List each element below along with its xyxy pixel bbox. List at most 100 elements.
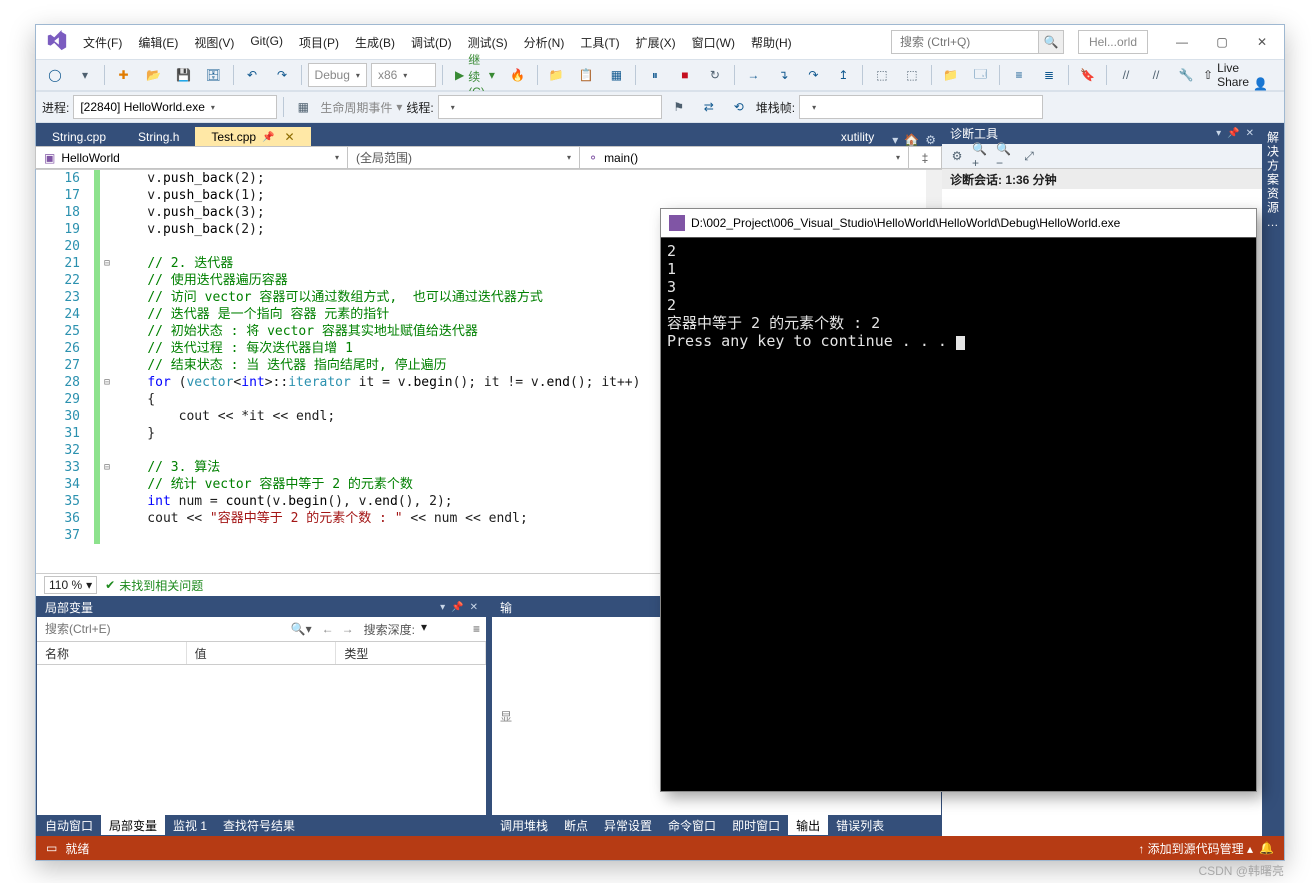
process-combo[interactable]: [22840] HelloWorld.exe▾ xyxy=(73,95,277,119)
nav-function[interactable]: ⚬main()▾ xyxy=(579,146,909,169)
panel-menu-icon[interactable]: ▾ xyxy=(1216,128,1221,139)
step-into-icon[interactable]: ↴ xyxy=(770,64,796,86)
menu-item[interactable]: 文件(F) xyxy=(76,30,129,55)
menu-item[interactable]: 视图(V) xyxy=(187,30,241,55)
nav-split-icon[interactable]: ‡ xyxy=(908,146,942,169)
thread-tool1-icon[interactable]: ⇄ xyxy=(696,96,722,118)
stackframe-combo[interactable]: ▾ xyxy=(799,95,1043,119)
tab-string-cpp[interactable]: String.cpp xyxy=(36,127,122,147)
redo-icon[interactable]: ↷ xyxy=(269,64,295,86)
thread-combo[interactable]: ▾ xyxy=(438,95,662,119)
format-icon[interactable]: 🔧 xyxy=(1173,64,1199,86)
solution-pill[interactable]: Hel...orld xyxy=(1078,30,1148,54)
nav-scope[interactable]: (全局范围)▾ xyxy=(347,146,580,169)
bottom-tab[interactable]: 输出 xyxy=(788,815,828,835)
tab-test-cpp[interactable]: Test.cpp📌✕ xyxy=(195,127,310,147)
panel-menu-icon[interactable]: ▾ xyxy=(440,602,445,613)
undo-icon[interactable]: ↶ xyxy=(239,64,265,86)
hot-reload-icon[interactable]: 🔥 xyxy=(505,64,531,86)
pin-icon[interactable]: 📌 xyxy=(262,132,274,143)
thread-tool2-icon[interactable]: ⟲ xyxy=(726,96,752,118)
solution-explorer-tab[interactable]: 解决方案资源… xyxy=(1262,123,1284,836)
pause-icon[interactable]: ⏸ xyxy=(642,64,668,86)
comment-icon[interactable]: // xyxy=(1113,64,1139,86)
menu-item[interactable]: 生成(B) xyxy=(348,30,402,55)
bottom-tab[interactable]: 局部变量 xyxy=(101,815,165,835)
nav-back-icon[interactable]: ◯ xyxy=(42,64,68,86)
bottom-tab[interactable]: 自动窗口 xyxy=(37,815,101,835)
bottom-tab[interactable]: 命令窗口 xyxy=(660,815,724,835)
save-all-icon[interactable]: 🗄 xyxy=(201,64,227,86)
console-titlebar[interactable]: D:\002_Project\006_Visual_Studio\HelloWo… xyxy=(661,209,1256,238)
diag-record-icon[interactable]: ⚙ xyxy=(948,147,966,165)
tab-search-icon[interactable]: 🏠 xyxy=(904,133,919,147)
indent-less-icon[interactable]: ≡ xyxy=(1006,64,1032,86)
bottom-tab[interactable]: 查找符号结果 xyxy=(215,815,303,835)
search-depth-combo[interactable]: ▾ xyxy=(421,620,467,638)
new-item-icon[interactable]: ✚ xyxy=(111,64,137,86)
add-source-control[interactable]: ↑ 添加到源代码管理 ▴ xyxy=(1138,840,1253,857)
tab-string-h[interactable]: String.h xyxy=(122,127,195,147)
step-out-icon[interactable]: ↥ xyxy=(830,64,856,86)
bottom-tab[interactable]: 断点 xyxy=(556,815,596,835)
tab-xutility[interactable]: xutility xyxy=(829,127,886,147)
locals-next-icon[interactable]: → xyxy=(338,622,358,636)
bottom-tab[interactable]: 错误列表 xyxy=(828,815,892,835)
show-next-icon[interactable]: → xyxy=(740,64,766,86)
tab-dropdown-icon[interactable]: ▾ xyxy=(892,133,898,147)
menu-item[interactable]: Git(G) xyxy=(243,30,290,55)
locals-search-input[interactable] xyxy=(37,618,285,640)
window-icon[interactable]: 🗔 xyxy=(967,64,993,86)
panel-pin-icon[interactable]: 📌 xyxy=(1227,128,1239,139)
save-icon[interactable]: 💾 xyxy=(171,64,197,86)
panel-close-icon[interactable]: ✕ xyxy=(1246,128,1254,139)
diag-reset-icon[interactable]: ⤢ xyxy=(1020,147,1038,165)
bottom-tab[interactable]: 监视 1 xyxy=(165,815,215,835)
thread-flag-icon[interactable]: ⚑ xyxy=(666,96,692,118)
zoom-combo[interactable]: 110 % ▾ xyxy=(44,576,97,594)
menu-item[interactable]: 调试(D) xyxy=(404,30,459,55)
class-view-icon[interactable]: ▦ xyxy=(603,64,629,86)
nav-fwd-icon[interactable]: ▾ xyxy=(72,64,98,86)
properties-icon[interactable]: 📋 xyxy=(573,64,599,86)
col-value[interactable]: 值 xyxy=(187,642,337,664)
uncomment-icon[interactable]: // xyxy=(1143,64,1169,86)
diag-zoomin-icon[interactable]: 🔍+ xyxy=(972,147,990,165)
folder-icon[interactable]: 📁 xyxy=(937,64,963,86)
bottom-tab[interactable]: 异常设置 xyxy=(596,815,660,835)
locals-filter-icon[interactable]: ≡ xyxy=(467,622,486,636)
search-icon[interactable]: 🔍▾ xyxy=(285,622,318,636)
indent-more-icon[interactable]: ≣ xyxy=(1036,64,1062,86)
locals-prev-icon[interactable]: ← xyxy=(318,622,338,636)
live-share[interactable]: ⇧ Live Share 👤 xyxy=(1203,60,1278,91)
panel-close-icon[interactable]: ✕ xyxy=(470,602,478,613)
open-folder-icon[interactable]: 📁 xyxy=(543,64,569,86)
menu-item[interactable]: 扩展(X) xyxy=(629,30,683,55)
config-combo[interactable]: Debug▾ xyxy=(308,63,367,87)
menu-item[interactable]: 工具(T) xyxy=(573,30,626,55)
step-over-icon[interactable]: ↷ xyxy=(800,64,826,86)
search-icon[interactable]: 🔍 xyxy=(1038,31,1063,53)
minimize-button[interactable]: — xyxy=(1162,28,1202,56)
menu-item[interactable]: 编辑(E) xyxy=(131,30,185,55)
diag-zoomout-icon[interactable]: 🔍− xyxy=(996,147,1014,165)
menu-item[interactable]: 项目(P) xyxy=(292,30,346,55)
panel-pin-icon[interactable]: 📌 xyxy=(451,602,463,613)
tool-icon-b[interactable]: ⬚ xyxy=(899,64,925,86)
open-file-icon[interactable]: 📂 xyxy=(141,64,167,86)
bottom-tab[interactable]: 即时窗口 xyxy=(724,815,788,835)
tab-gear-icon[interactable]: ⚙ xyxy=(925,133,936,147)
global-search-input[interactable] xyxy=(892,33,1038,51)
lifecycle-icon[interactable]: ▦ xyxy=(290,96,316,118)
menu-item[interactable]: 窗口(W) xyxy=(685,30,742,55)
bottom-tab[interactable]: 调用堆栈 xyxy=(492,815,556,835)
restart-icon[interactable]: ↻ xyxy=(702,64,728,86)
bookmark-icon[interactable]: 🔖 xyxy=(1074,64,1100,86)
close-button[interactable]: ✕ xyxy=(1242,28,1282,56)
close-tab-icon[interactable]: ✕ xyxy=(285,130,295,144)
menu-item[interactable]: 帮助(H) xyxy=(744,30,799,55)
tool-icon-a[interactable]: ⬚ xyxy=(869,64,895,86)
notifications-icon[interactable]: 🔔 xyxy=(1259,841,1274,855)
platform-combo[interactable]: x86▾ xyxy=(371,63,437,87)
continue-button[interactable]: ▶ 继续(C) ▾ xyxy=(449,64,501,86)
